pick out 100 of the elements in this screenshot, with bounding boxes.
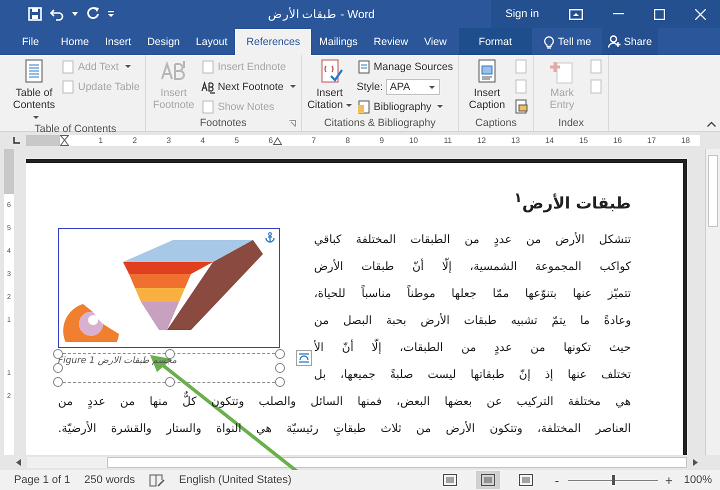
scroll-right-icon[interactable] [693, 459, 698, 466]
ruler-margin [4, 149, 14, 194]
ribbon-tab[interactable]: View [416, 29, 455, 55]
ribbon-button[interactable]: Insert Citation [306, 57, 353, 115]
body-text-line: تختلف عنها إذ إنّ طبقاتها ليست صلبةً جميعها، بل [314, 366, 631, 384]
style-dropdown[interactable]: APA [386, 78, 440, 94]
ribbon-tab[interactable]: Home [52, 29, 97, 55]
add-text-icon [61, 60, 75, 74]
ribbon-tab[interactable]: Review [366, 29, 416, 55]
ribbon-button[interactable]: Table of Contents [11, 57, 57, 123]
page-count[interactable]: Page 1 of 1 [14, 474, 70, 486]
body-text-line: وعادةً ما يتمّ تشبيه طبقات الأرض بحبة البصل من [314, 312, 631, 330]
ribbon-tab[interactable]: Mailings [311, 29, 366, 55]
undo-icon[interactable] [50, 7, 64, 21]
ribbon-display-icon[interactable] [569, 8, 583, 20]
group-label: Captions [475, 117, 517, 129]
customize-icon[interactable] [108, 11, 114, 17]
body-text-line: تتميّز عنها بتنوّعها ممّا جعلها موطناً مناسباً للحياة، [314, 284, 631, 302]
resize-handle[interactable] [275, 377, 285, 388]
ruler-number: 13 [510, 136, 520, 145]
ribbon-tab[interactable]: File [0, 29, 53, 55]
ribbon-button[interactable]: Manage Sources [356, 58, 454, 75]
proofing-icon[interactable] [149, 474, 166, 486]
redo-icon[interactable] [86, 7, 100, 21]
ruler-number: 2 [132, 136, 137, 145]
ruler-number: 8 [344, 136, 350, 145]
zoom-in-button[interactable]: + [664, 472, 674, 488]
print-layout-icon[interactable] [476, 471, 500, 489]
resize-handle[interactable] [165, 377, 175, 388]
body-text-line: كواكب المجموعة الشمسية، إلّا أنّ طبقات الأرض [314, 256, 631, 276]
ribbon-button[interactable]: Bibliography [356, 98, 454, 115]
ruler-number: 3 [166, 136, 171, 145]
search-field[interactable]: Tell me [558, 36, 598, 48]
close-icon[interactable] [695, 8, 706, 20]
group-label: Citations & Bibliography [324, 117, 436, 129]
layout-options-icon[interactable] [296, 350, 312, 366]
lightbulb-icon [544, 36, 554, 48]
minimize-icon[interactable] [613, 13, 624, 15]
ruler-number: 12 [476, 136, 486, 145]
ruler-margin [26, 135, 60, 146]
body-text-line: حيث تكونها من عددٍ من الطبقات، إلّا أنّ الأ [314, 338, 631, 357]
bibliography-icon [356, 100, 371, 114]
ruler-number: 16 [612, 136, 622, 145]
ruler-number: 9 [378, 136, 384, 145]
zoom-level[interactable]: 100% [684, 474, 712, 486]
zoom-slider-thumb[interactable] [612, 475, 615, 485]
resize-handle[interactable] [53, 377, 63, 388]
resize-handle[interactable] [275, 349, 285, 360]
ruler-number: 7 [310, 136, 316, 145]
endnote-icon [200, 60, 215, 74]
notes-icon [200, 100, 215, 114]
ribbon-tab[interactable]: Layout [188, 29, 236, 55]
body-text-line: العناصر المختلفة، وتتكون الأرض من ثلاث طبقاتٍ رئيسيّة هي النواة والستار والقشرة الأرضيّة. [58, 420, 631, 438]
save-icon[interactable] [28, 7, 42, 21]
resize-handle[interactable] [165, 349, 175, 360]
group-label: Table of Contents [34, 123, 116, 135]
sources-icon [356, 60, 371, 74]
ribbon-button[interactable]: Insert Caption [464, 57, 510, 115]
ruler-number: 5 [234, 136, 239, 145]
ruler-number: 6 [268, 136, 273, 145]
collapse-ribbon-icon[interactable] [707, 121, 716, 127]
scroll-left-icon[interactable] [16, 459, 21, 466]
caret-icon[interactable] [72, 12, 78, 16]
person-icon [608, 35, 621, 48]
language-status[interactable]: English (United States) [179, 474, 292, 486]
ruler-number: 15 [578, 136, 588, 145]
share-button[interactable]: Share [602, 28, 658, 55]
ribbon-tab[interactable]: Insert [96, 29, 140, 55]
ribbon-button[interactable]: Next Footnote [200, 78, 296, 95]
group-label: Footnotes [200, 117, 247, 129]
ruler-number: 18 [680, 136, 690, 145]
ruler-number: 17 [646, 136, 656, 145]
resize-handle[interactable] [53, 363, 63, 374]
next-footnote-icon [200, 80, 215, 94]
ruler-number: 11 [442, 136, 452, 145]
update-icon [61, 80, 75, 94]
ribbon-tab[interactable]: Design [139, 29, 188, 55]
ribbon-tab[interactable]: References [235, 29, 312, 55]
sign-in-button[interactable]: Sign in [505, 8, 539, 20]
document-icon[interactable] [514, 99, 528, 115]
indent-marker-icon[interactable] [273, 136, 282, 144]
horizontal-ruler[interactable]: 1 2 3 4 5 6 7 8 9 10 11 12 13 14 15 16 17 18 [26, 135, 700, 146]
group-label: Index [558, 117, 584, 129]
vertical-scrollbar[interactable] [705, 149, 720, 455]
zoom-out-button[interactable]: - [552, 472, 562, 488]
style-label: Style: [356, 80, 383, 92]
maximize-icon[interactable] [654, 8, 665, 20]
body-text-line: هي مختلفة التركيب عن بعضها البعض، فمنها السائل والصلب وتتكون كلٌّ منها من عددٍ من [58, 388, 631, 416]
ruler-number: 10 [408, 136, 418, 145]
word-count[interactable]: 250 words [84, 474, 136, 486]
ruler-number: 14 [544, 136, 554, 145]
ruler-number: 1 [98, 136, 103, 145]
ribbon-tab[interactable]: Format [458, 28, 532, 55]
body-text-line: تتشكل الأرض من عددٍ من الطبقات المختلفة كباقي [314, 231, 631, 249]
anchor-icon[interactable] [265, 232, 275, 244]
ruler-number: 4 [200, 136, 205, 145]
tab-selector-icon[interactable] [12, 136, 20, 144]
window-title: طبقات الأرض - Word [268, 7, 375, 21]
document-heading: طبقات الأرض$^{١}$ [512, 191, 631, 212]
resize-handle[interactable] [275, 363, 285, 374]
